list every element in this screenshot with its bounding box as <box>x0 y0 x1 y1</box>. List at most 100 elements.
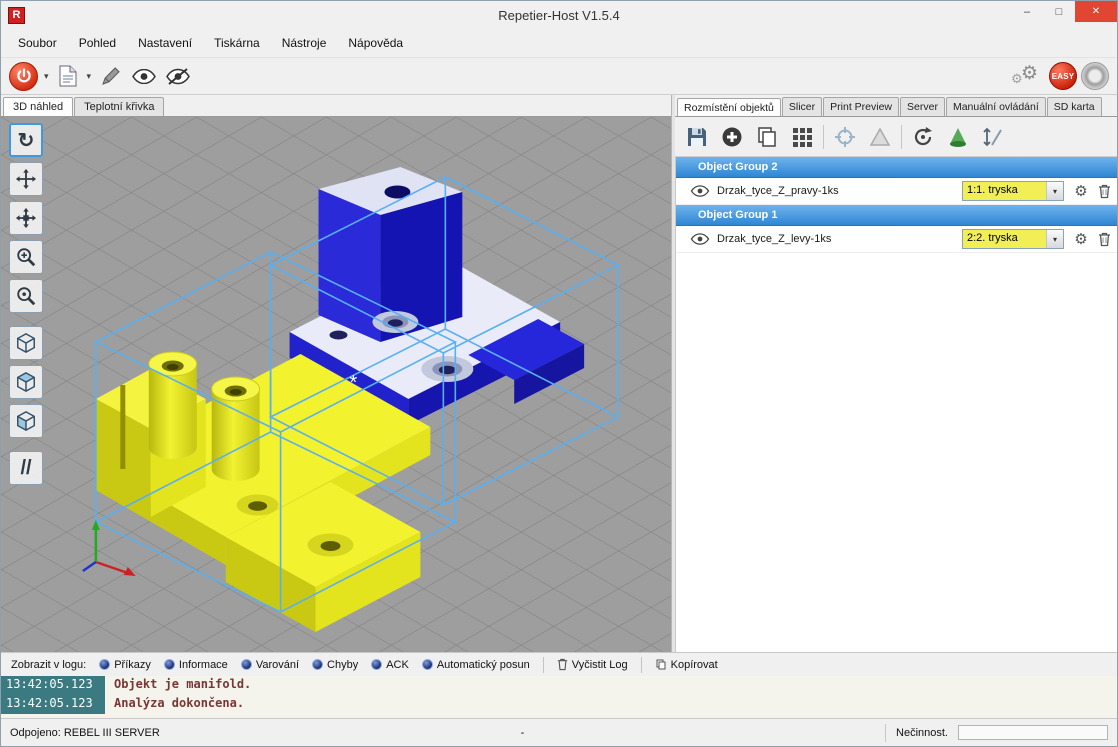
tab-print-preview[interactable]: Print Preview <box>823 97 899 116</box>
close-button[interactable]: ✕ <box>1075 1 1117 22</box>
connect-button[interactable] <box>9 62 38 91</box>
load-dropdown-caret[interactable]: ▾ <box>85 71 94 82</box>
view-front-button[interactable] <box>9 365 43 399</box>
toggle-warnings[interactable]: Varování <box>241 659 299 671</box>
delete-object-button[interactable] <box>1098 232 1111 247</box>
maximize-button[interactable]: □ <box>1043 1 1075 22</box>
gear-small-icon: ⚙ <box>1011 71 1023 87</box>
zoom-fit-button[interactable] <box>9 279 43 313</box>
copy-object-button[interactable] <box>753 123 781 151</box>
object-name: Drzak_tyce_Z_levy-1ks <box>717 233 955 245</box>
hide-travel-button[interactable] <box>163 61 193 91</box>
log-message: Analýza dokončena. <box>105 695 253 714</box>
scale-object-button[interactable] <box>944 123 972 151</box>
load-button[interactable] <box>55 61 81 91</box>
toggle-commands[interactable]: Příkazy <box>99 659 151 671</box>
object-row[interactable]: Drzak_tyce_Z_levy-1ks 2:2. tryska ▾ ⚙ <box>676 226 1117 253</box>
extruder-select[interactable]: 2:2. tryska ▾ <box>962 229 1064 249</box>
cube-top-icon <box>15 371 37 393</box>
center-crosshair-icon <box>833 125 857 149</box>
extruder-select[interactable]: 1:1. tryska ▾ <box>962 181 1064 201</box>
easy-mode-button[interactable]: EASY <box>1049 62 1077 90</box>
app-logo-icon: R <box>8 7 25 24</box>
copy-log-button[interactable]: Kopírovat <box>655 658 718 671</box>
save-icon <box>685 125 709 149</box>
object-settings-button[interactable]: ⚙ <box>1071 230 1091 248</box>
view-side-button[interactable] <box>9 404 43 438</box>
toggle-info[interactable]: Informace <box>164 659 228 671</box>
clear-log-label: Vyčistit Log <box>572 659 628 671</box>
toggle-dot-icon <box>164 659 175 670</box>
cut-object-button[interactable] <box>979 123 1007 151</box>
menu-nastroje[interactable]: Nástroje <box>271 31 338 55</box>
drop-object-button[interactable] <box>866 123 894 151</box>
scale-cone-icon <box>946 125 970 149</box>
measure-icon <box>981 125 1005 149</box>
view-rotate-button[interactable]: ↻ <box>9 123 43 157</box>
toggle-label: Varování <box>256 659 299 671</box>
menu-pohled[interactable]: Pohled <box>68 31 127 55</box>
show-filament-button[interactable] <box>129 61 159 91</box>
tab-server[interactable]: Server <box>900 97 945 116</box>
object-group-header[interactable]: Object Group 2 <box>676 157 1117 178</box>
add-object-button[interactable] <box>718 123 746 151</box>
clear-log-button[interactable]: Vyčistit Log <box>557 658 628 671</box>
tab-slicer[interactable]: Slicer <box>782 97 822 116</box>
toggle-autoscroll[interactable]: Automatický posun <box>422 659 530 671</box>
tab-sd-card[interactable]: SD karta <box>1047 97 1102 116</box>
chevron-down-icon[interactable]: ▾ <box>1046 182 1063 200</box>
power-icon <box>16 68 32 84</box>
tab-3d-view[interactable]: 3D náhled <box>3 97 73 117</box>
chevron-down-icon[interactable]: ▾ <box>1046 230 1063 248</box>
connect-dropdown-caret[interactable]: ▾ <box>42 71 51 82</box>
object-move-button[interactable] <box>9 201 43 235</box>
minimize-button[interactable]: – <box>1011 1 1043 22</box>
toggle-label: Automatický posun <box>437 659 530 671</box>
document-icon <box>59 65 77 87</box>
zoom-in-button[interactable] <box>9 240 43 274</box>
log-row: 13:42:05.123 Analýza dokončena. <box>1 695 1117 714</box>
tab-temperature-curve[interactable]: Teplotní křivka <box>74 97 164 116</box>
3d-scene[interactable]: * <box>1 117 671 652</box>
triangle-icon <box>868 125 892 149</box>
trash-icon <box>557 658 568 671</box>
app-window: R Repetier-Host V1.5.4 – □ ✕ Soubor Pohl… <box>0 0 1118 747</box>
printer-settings-button[interactable]: ⚙ ⚙ <box>1011 61 1045 91</box>
delete-object-button[interactable] <box>1098 184 1111 199</box>
copy-icon <box>755 125 779 149</box>
grid-icon <box>790 125 814 149</box>
emergency-stop-button[interactable] <box>1081 62 1109 90</box>
3d-viewport[interactable]: * ↻ <box>1 117 671 652</box>
visibility-eye-icon[interactable] <box>690 233 710 245</box>
log-row: 13:42:05.123 Objekt je manifold. <box>1 676 1117 695</box>
save-objects-button[interactable] <box>683 123 711 151</box>
autoposition-button[interactable] <box>788 123 816 151</box>
visibility-eye-icon[interactable] <box>690 185 710 197</box>
menu-tiskarna[interactable]: Tiskárna <box>203 31 271 55</box>
tab-manual-control[interactable]: Manuální ovládání <box>946 97 1046 116</box>
rotate-object-button[interactable] <box>909 123 937 151</box>
log-toolbar: Zobrazit v logu: Příkazy Informace Varov… <box>1 652 1117 676</box>
view-move-button[interactable] <box>9 162 43 196</box>
control-pane: Rozmístění objektů Slicer Print Preview … <box>675 95 1117 652</box>
menu-nastaveni[interactable]: Nastavení <box>127 31 203 55</box>
zoom-in-icon <box>15 246 37 268</box>
view-iso-button[interactable] <box>9 326 43 360</box>
tab-object-placement[interactable]: Rozmístění objektů <box>677 98 781 117</box>
object-row[interactable]: Drzak_tyce_Z_pravy-1ks 1:1. tryska ▾ ⚙ <box>676 178 1117 205</box>
object-group-header[interactable]: Object Group 1 <box>676 205 1117 226</box>
move-icon <box>15 168 37 190</box>
parallel-projection-button[interactable]: // <box>9 451 43 485</box>
toggle-ack[interactable]: ACK <box>371 659 409 671</box>
edit-button[interactable] <box>97 61 125 91</box>
view-tabs: 3D náhled Teplotní křivka <box>1 95 671 117</box>
menu-napoveda[interactable]: Nápověda <box>337 31 414 55</box>
status-center: - <box>521 727 525 739</box>
center-object-button[interactable] <box>831 123 859 151</box>
object-settings-button[interactable]: ⚙ <box>1071 182 1091 200</box>
log-area[interactable]: 13:42:05.123 Objekt je manifold. 13:42:0… <box>1 676 1117 718</box>
menubar: Soubor Pohled Nastavení Tiskárna Nástroj… <box>1 29 1117 57</box>
object-name: Drzak_tyce_Z_pravy-1ks <box>717 185 955 197</box>
menu-soubor[interactable]: Soubor <box>7 31 68 55</box>
toggle-errors[interactable]: Chyby <box>312 659 358 671</box>
